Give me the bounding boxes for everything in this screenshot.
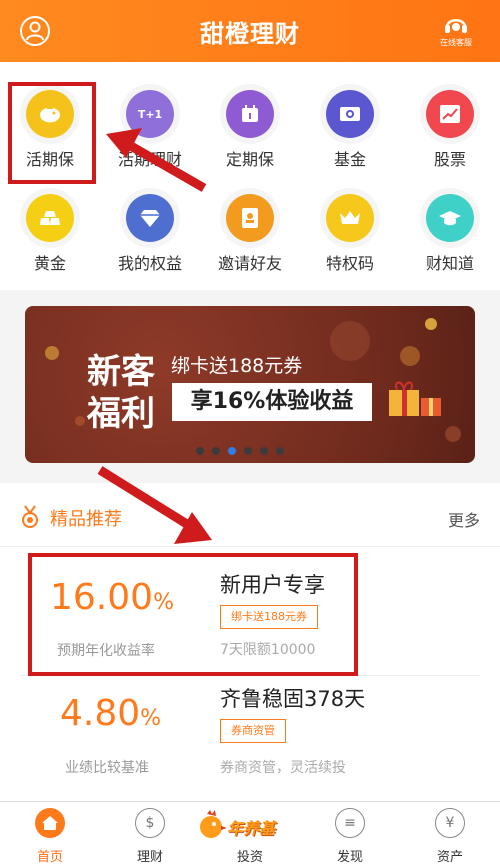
fund-icon	[326, 90, 374, 138]
bottom-tab-bar: 首页 $ 理财 投资 ≡ 发现 ¥ 资产 年养基	[0, 801, 500, 866]
tab-assets[interactable]: ¥ 资产	[400, 808, 500, 865]
annotation-arrow-middle	[97, 466, 212, 544]
rate-value: 4.80	[60, 693, 141, 734]
decor-dot	[445, 426, 461, 442]
grid-item-knowledge[interactable]: 财知道	[400, 194, 500, 274]
grid-item-invite-friends[interactable]: 邀请好友	[200, 194, 300, 274]
discover-icon: ≡	[335, 808, 365, 838]
decor-dot	[75, 416, 85, 426]
money-bag-icon: $	[135, 808, 165, 838]
product-desc: 券商资管，灵活续投	[220, 760, 346, 776]
top-header: 甜橙理财 在线客服	[0, 0, 500, 62]
grid-item-my-rights[interactable]: 我的权益	[100, 194, 200, 274]
gift-box-icon	[385, 376, 445, 424]
decor-dot	[45, 346, 59, 360]
carousel-dot[interactable]	[244, 447, 252, 455]
grid-label: 黄金	[33, 254, 66, 273]
headset-icon	[445, 19, 467, 33]
grid-item-privilege-code[interactable]: 特权码	[300, 194, 400, 274]
rate-unit: %	[140, 706, 162, 731]
grid-item-stock[interactable]: 股票	[400, 90, 500, 170]
tab-label: 发现	[336, 850, 363, 865]
grid-item-fund[interactable]: 基金	[300, 90, 400, 170]
banner-subtitle: 绑卡送188元券	[171, 355, 303, 377]
carousel-dot[interactable]	[276, 447, 284, 455]
home-icon	[35, 808, 65, 838]
product-name: 齐鲁稳固378天	[220, 687, 366, 711]
grid-item-gold[interactable]: 黄金	[0, 194, 100, 274]
online-service-button[interactable]: 在线客服	[426, 14, 486, 48]
tab-finance[interactable]: $ 理财	[100, 808, 200, 865]
rate-label: 业绩比较基准	[65, 760, 149, 776]
stock-chart-icon	[426, 90, 474, 138]
grid-label: 特权码	[325, 254, 374, 273]
grid-label: 邀请好友	[217, 254, 282, 273]
app-screen: 甜橙理财 在线客服 活期保 T+1 活期理财 定期保 基金	[0, 0, 500, 866]
decor-dot	[400, 346, 420, 366]
tab-label: 投资	[236, 850, 263, 865]
rooster-mascot-icon	[200, 810, 227, 838]
tab-label: 理财	[136, 850, 163, 865]
tab-discover[interactable]: ≡ 发现	[300, 808, 400, 865]
gold-bar-icon	[26, 194, 74, 242]
promo-tab-badge[interactable]: 年养基	[195, 808, 305, 842]
tab-label: 资产	[436, 850, 463, 865]
annotation-arrow-top	[106, 128, 207, 192]
carousel-dot[interactable]	[196, 447, 204, 455]
medal-icon	[22, 505, 38, 528]
tab-label: 首页	[36, 850, 63, 865]
promo-tab-text: 年养基	[227, 819, 276, 838]
more-link[interactable]: 更多	[448, 507, 480, 531]
grid-label: 财知道	[425, 254, 474, 273]
online-service-label: 在线客服	[440, 38, 472, 47]
decor-dot	[330, 321, 370, 361]
tab-home[interactable]: 首页	[0, 808, 100, 865]
graduation-cap-icon	[426, 194, 474, 242]
annotation-box-top	[8, 82, 96, 184]
contact-card-icon	[226, 194, 274, 242]
calendar-icon	[226, 90, 274, 138]
product-card[interactable]: 4.80% 业绩比较基准 齐鲁稳固378天 券商资管 券商资管，灵活续投	[0, 675, 500, 801]
yen-icon: ¥	[435, 808, 465, 838]
banner-highlight: 享16%体验收益	[172, 383, 372, 421]
grid-label: 股票	[433, 150, 466, 169]
annotation-box-product	[28, 553, 358, 676]
carousel-dot[interactable]	[260, 447, 268, 455]
page-title: 甜橙理财	[200, 20, 300, 48]
decor-dot	[425, 318, 437, 330]
carousel-dot-active[interactable]	[228, 447, 236, 455]
crown-icon	[326, 194, 374, 242]
promo-banner[interactable]: 新客 福利 绑卡送188元券 享16%体验收益	[25, 306, 475, 463]
carousel-indicators[interactable]	[196, 440, 292, 459]
grid-label: 我的权益	[117, 254, 182, 273]
banner-title-line2: 福利	[87, 394, 155, 434]
product-rate: 4.80%	[60, 693, 185, 734]
carousel-dot[interactable]	[212, 447, 220, 455]
product-tag: 券商资管	[220, 719, 286, 743]
grid-label: 基金	[333, 150, 366, 169]
section-header: 精品推荐 更多	[0, 483, 500, 547]
